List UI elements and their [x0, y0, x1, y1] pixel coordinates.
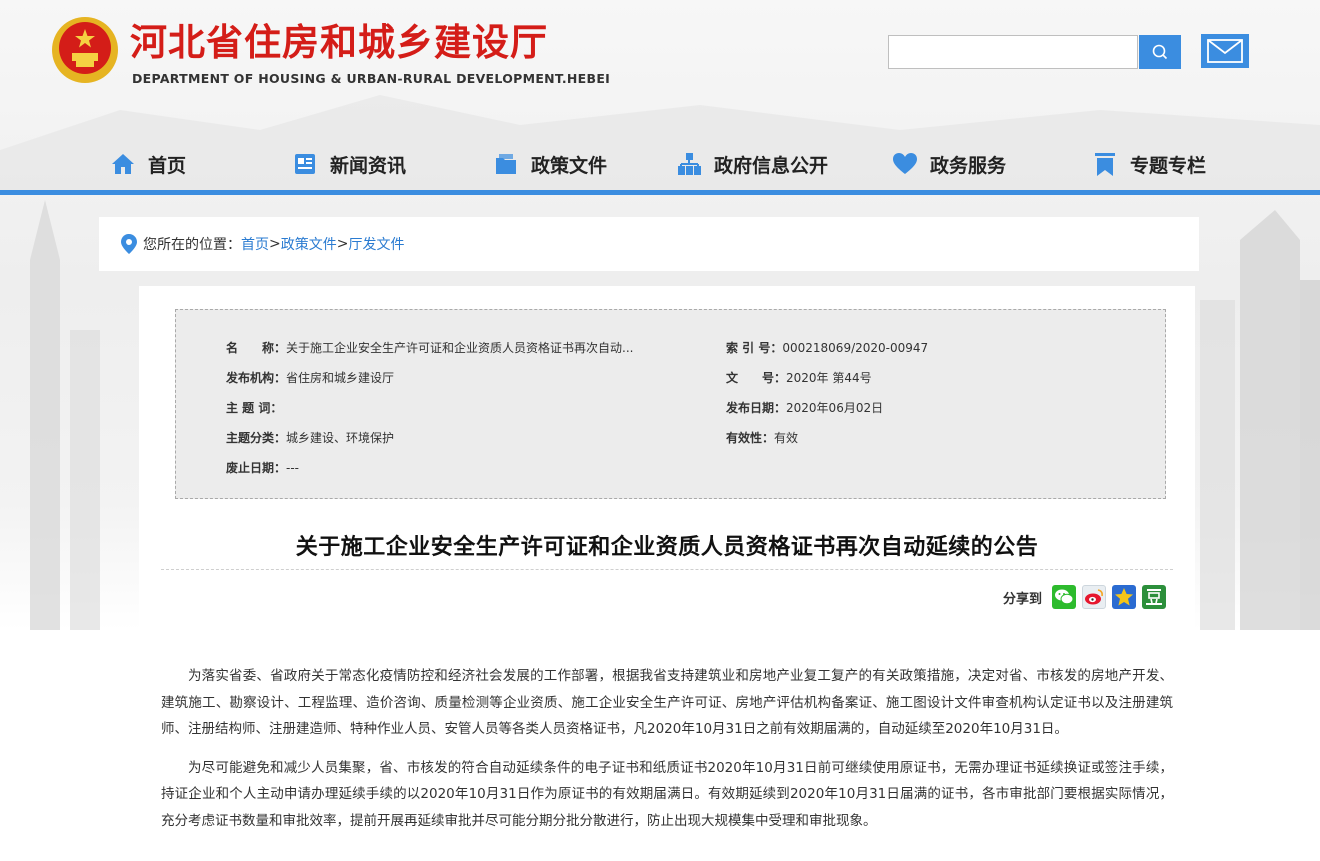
nav-item-label: 首页	[148, 154, 187, 177]
home-icon	[110, 151, 136, 177]
heart-icon	[892, 151, 918, 177]
mail-icon	[1207, 39, 1243, 63]
article-container: 名 称：关于施工企业安全生产许可证和企业资质人员资格证书再次自动... 索 引 …	[139, 286, 1195, 861]
nav-item-services[interactable]: 政务服务	[892, 140, 1006, 188]
document-metadata: 名 称：关于施工企业安全生产许可证和企业资质人员资格证书再次自动... 索 引 …	[175, 309, 1166, 499]
breadcrumb-separator: >	[269, 236, 281, 252]
meta-date: 发布日期：2020年06月02日	[726, 399, 883, 416]
meta-publisher-label: 发布机构：	[226, 371, 287, 385]
main-nav: 首页 新闻资讯 政策文件 政府信息公开 政务服务 专题专栏	[0, 140, 1320, 190]
meta-validity-value: 有效	[774, 431, 799, 445]
qzone-share-icon[interactable]	[1112, 585, 1137, 609]
nav-underline	[0, 190, 1320, 195]
breadcrumb-home-link[interactable]: 首页	[241, 234, 269, 254]
nav-item-label: 政府信息公开	[714, 154, 829, 177]
nav-item-special[interactable]: 专题专栏	[1092, 140, 1206, 188]
folder-icon	[493, 151, 519, 177]
wechat-share-icon[interactable]	[1052, 585, 1077, 609]
nav-item-gov-info[interactable]: 政府信息公开	[676, 140, 828, 188]
weibo-share-icon[interactable]	[1082, 585, 1107, 609]
meta-docno-label: 文 号：	[726, 371, 787, 385]
site-subtitle: DEPARTMENT OF HOUSING & URBAN-RURAL DEVE…	[132, 71, 611, 86]
meta-category: 主题分类：城乡建设、环境保护	[226, 429, 394, 446]
nav-item-news[interactable]: 新闻资讯	[292, 140, 406, 188]
share-label: 分享到	[1003, 591, 1043, 607]
breadcrumb-separator: >	[336, 236, 349, 252]
article-paragraph: 为尽可能避免和减少人员集聚，省、市核发的符合自动延续条件的电子证书和纸质证书20…	[161, 759, 1173, 829]
meta-index-label: 索 引 号：	[726, 341, 783, 355]
share-bar: 分享到	[1003, 583, 1167, 611]
meta-category-value: 城乡建设、环境保护	[286, 431, 395, 445]
org-icon	[676, 151, 702, 177]
meta-expiry-value: ---	[286, 461, 300, 475]
meta-expiry: 废止日期：---	[226, 459, 299, 476]
article-paragraph: 为落实省委、省政府关于常态化疫情防控和经济社会发展的工作部署，根据我省支持建筑业…	[161, 668, 1173, 737]
douban-share-icon[interactable]	[1142, 585, 1167, 609]
site-header: 河北省住房和城乡建设厅 DEPARTMENT OF HOUSING & URBA…	[0, 0, 1320, 190]
title-divider	[161, 569, 1173, 570]
meta-name: 名 称：关于施工企业安全生产许可证和企业资质人员资格证书再次自动...	[226, 339, 633, 356]
article-title: 关于施工企业安全生产许可证和企业资质人员资格证书再次自动延续的公告	[295, 535, 1039, 560]
search-icon	[1152, 44, 1168, 60]
meta-validity: 有效性：有效	[726, 429, 798, 446]
breadcrumb-dept-docs-link[interactable]: 厅发文件	[348, 234, 404, 254]
site-title: 河北省住房和城乡建设厅	[130, 21, 548, 64]
meta-publisher: 发布机构：省住房和城乡建设厅	[226, 369, 394, 386]
meta-index: 索 引 号：000218069/2020-00947	[726, 339, 928, 356]
meta-name-value: 关于施工企业安全生产许可证和企业资质人员资格证书再次自动...	[286, 341, 634, 355]
nav-item-label: 政策文件	[531, 154, 608, 177]
meta-category-label: 主题分类：	[226, 431, 287, 445]
search-button[interactable]	[1139, 35, 1181, 69]
nav-item-home[interactable]: 首页	[110, 140, 186, 188]
meta-name-label: 名 称：	[226, 341, 287, 355]
meta-publisher-value: 省住房和城乡建设厅	[286, 371, 395, 385]
meta-subject-label: 主 题 词：	[226, 401, 283, 415]
meta-index-value: 000218069/2020-00947	[782, 341, 929, 355]
breadcrumb: 您所在的位置： 首页 > 政策文件 > 厅发文件	[99, 217, 1199, 271]
meta-date-label: 发布日期：	[726, 401, 787, 415]
search-input[interactable]	[888, 35, 1138, 69]
bookmark-icon	[1092, 151, 1118, 177]
breadcrumb-prefix: 您所在的位置：	[143, 237, 241, 253]
news-icon	[292, 151, 318, 177]
nav-item-label: 新闻资讯	[330, 154, 407, 177]
nav-item-label: 政务服务	[930, 154, 1007, 177]
meta-date-value: 2020年06月02日	[786, 401, 884, 415]
breadcrumb-policy-link[interactable]: 政策文件	[281, 234, 337, 254]
meta-expiry-label: 废止日期：	[226, 461, 287, 475]
article-body: 为落实省委、省政府关于常态化疫情防控和经济社会发展的工作部署，根据我省支持建筑业…	[161, 663, 1173, 846]
meta-validity-label: 有效性：	[726, 431, 775, 445]
nav-item-policy[interactable]: 政策文件	[493, 140, 607, 188]
location-pin-icon	[121, 234, 137, 254]
meta-docno-value: 2020年 第44号	[786, 371, 872, 385]
mail-button[interactable]	[1201, 34, 1249, 68]
national-emblem-icon	[50, 15, 120, 85]
nav-item-label: 专题专栏	[1130, 154, 1207, 177]
meta-docno: 文 号：2020年 第44号	[726, 369, 872, 386]
meta-subject: 主 题 词：	[226, 399, 282, 416]
